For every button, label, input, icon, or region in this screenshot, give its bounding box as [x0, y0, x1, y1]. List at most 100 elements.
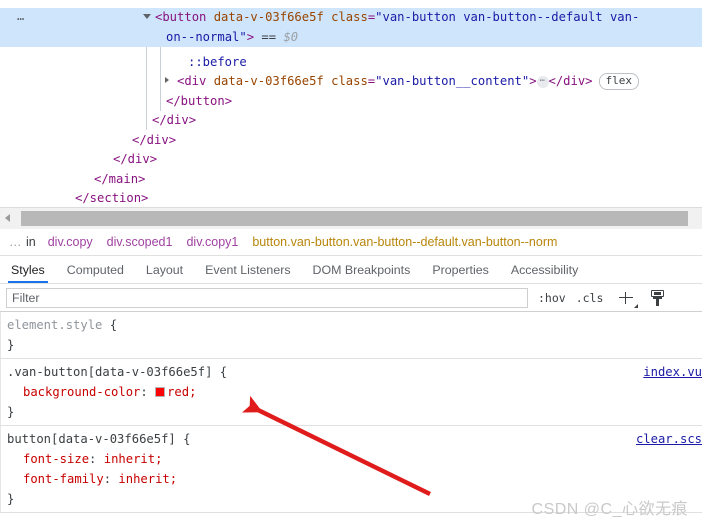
dom-token-attrval: "van-button van-button--default van-	[375, 10, 639, 24]
css-source-link[interactable]: index.vu	[643, 362, 702, 382]
breadcrumb-item-2[interactable]: div.copy	[41, 229, 100, 255]
dom-token-attrname: data-v-03f66e5f	[214, 10, 324, 24]
tab-accessibility[interactable]: Accessibility	[500, 256, 589, 283]
dom-token-punct: >	[141, 191, 148, 205]
dom-token-attrname: class	[331, 74, 368, 88]
dom-token-pseudo: ::before	[188, 55, 247, 69]
dom-node-button-open-line1[interactable]: <button data-v-03f66e5f class="van-butto…	[155, 8, 639, 28]
css-rule-element-style[interactable]: element.style {}	[0, 312, 702, 359]
hov-button[interactable]: :hov	[538, 291, 566, 305]
breadcrumb-item-5[interactable]: button.van-button.van-button--default.va…	[245, 229, 564, 255]
style-editor-toggle-button[interactable]	[649, 289, 666, 307]
css-selector[interactable]: button[data-v-03f66e5f]	[7, 432, 176, 446]
breadcrumb-item-3[interactable]: div.scoped1	[100, 229, 180, 255]
css-open-brace: {	[212, 365, 227, 379]
css-property-name[interactable]: font-size	[23, 452, 89, 466]
css-declaration[interactable]: font-size: inherit;	[0, 449, 702, 469]
css-property-name[interactable]: background-color	[23, 385, 140, 399]
paintbrush-icon-stem	[656, 297, 659, 306]
dom-node-div-close-2[interactable]: </div>	[132, 131, 176, 151]
dom-token-punct: >	[247, 30, 254, 44]
dom-token-punct: >	[150, 152, 157, 166]
css-rule-van-button-rule[interactable]: .van-button[data-v-03f66e5f] {index.vuba…	[0, 359, 702, 426]
css-source-link[interactable]: clear.scs	[636, 429, 702, 449]
paintbrush-icon-slot	[654, 292, 661, 295]
css-property-value[interactable]: inherit;	[118, 472, 177, 486]
breadcrumb-item-1[interactable]: in	[26, 229, 41, 255]
indent-guide	[160, 47, 161, 111]
tab-computed[interactable]: Computed	[56, 256, 135, 283]
dom-token-attrval: "van-button__content"	[375, 74, 529, 88]
tab-properties[interactable]: Properties	[421, 256, 499, 283]
dom-token-eqeq: ==	[261, 30, 276, 44]
dom-node-div-close-1[interactable]: </div>	[152, 111, 196, 131]
css-selector[interactable]: .van-button[data-v-03f66e5f]	[7, 365, 212, 379]
plus-icon-horizontal	[619, 297, 633, 299]
cls-button[interactable]: .cls	[576, 291, 604, 305]
dom-token-plain	[206, 74, 213, 88]
csdn-watermark: CSDN @C_心欲无痕	[532, 495, 688, 519]
css-selector-line[interactable]: element.style {	[0, 315, 702, 335]
css-close-brace: }	[0, 335, 702, 355]
tab-event-listeners[interactable]: Event Listeners	[194, 256, 301, 283]
dom-token-tag: /div	[159, 113, 188, 127]
breadcrumb[interactable]: …indiv.copydiv.scoped1div.copy1button.va…	[0, 229, 702, 256]
dom-horizontal-scrollbar[interactable]	[0, 207, 702, 229]
dom-token-attrval: on--normal"	[166, 30, 247, 44]
dom-token-tag: /div	[120, 152, 149, 166]
dom-token-punct: >	[189, 113, 196, 127]
dom-token-tag: /section	[82, 191, 141, 205]
twisty-collapsed-icon[interactable]	[165, 77, 169, 83]
css-selector-line[interactable]: button[data-v-03f66e5f] {clear.scs	[0, 429, 702, 449]
tab-dom-breakpoints[interactable]: DOM Breakpoints	[302, 256, 422, 283]
dom-gutter-ellipsis[interactable]: …	[17, 9, 25, 23]
dom-node-main-close[interactable]: </main>	[94, 170, 145, 190]
styles-sidebar-tabs[interactable]: StylesComputedLayoutEvent ListenersDOM B…	[0, 256, 702, 284]
breadcrumb-item-4[interactable]: div.copy1	[179, 229, 245, 255]
chevron-down-icon	[634, 304, 638, 308]
new-style-rule-button[interactable]	[617, 289, 635, 307]
css-colon: :	[89, 452, 104, 466]
dom-node-div-close-3[interactable]: </div>	[113, 150, 157, 170]
dom-tree-pane[interactable]: … <button data-v-03f66e5f class="van-but…	[0, 0, 702, 207]
dom-token-punct: >	[225, 94, 232, 108]
tab-styles[interactable]: Styles	[0, 256, 56, 283]
dom-token-punct: >	[529, 74, 536, 88]
dom-token-closetag: </div>	[549, 74, 593, 88]
twisty-expanded-icon[interactable]	[143, 14, 151, 19]
css-declaration[interactable]: font-family: inherit;	[0, 469, 702, 489]
color-swatch[interactable]	[155, 387, 165, 397]
css-declaration[interactable]: background-color: red;	[0, 382, 702, 402]
dom-token-tag: button	[162, 10, 206, 24]
dom-node-div-content[interactable]: <div data-v-03f66e5f class="van-button__…	[177, 72, 639, 92]
css-colon: :	[104, 472, 119, 486]
scroll-left-arrow-icon[interactable]	[0, 208, 17, 229]
plus-icon-vertical	[625, 292, 627, 304]
css-selector[interactable]: element.style	[7, 318, 102, 332]
dom-token-plain	[206, 10, 213, 24]
css-property-value[interactable]: red;	[167, 385, 196, 399]
dom-node-button-close[interactable]: </button>	[166, 92, 232, 112]
dom-node-pseudo-before[interactable]: ::before	[188, 53, 247, 73]
flex-badge[interactable]: flex	[599, 73, 640, 90]
css-property-name[interactable]: font-family	[23, 472, 104, 486]
dom-token-plain	[324, 74, 331, 88]
css-selector-line[interactable]: .van-button[data-v-03f66e5f] { index.vu	[0, 362, 702, 382]
dom-token-attrname: class	[331, 10, 368, 24]
dom-token-tag: /div	[139, 133, 168, 147]
styles-rules-pane[interactable]: element.style {} .van-button[data-v-03f66…	[0, 312, 702, 525]
dom-node-button-open-line2[interactable]: on--normal"> == $0	[166, 28, 298, 48]
dom-token-dollar: $0	[283, 30, 298, 44]
dom-token-punct: >	[169, 133, 176, 147]
css-property-value[interactable]: inherit;	[104, 452, 163, 466]
scrollbar-thumb[interactable]	[21, 211, 688, 226]
collapsed-children-pill[interactable]: ⋯	[537, 76, 549, 88]
styles-filter-bar[interactable]: :hov .cls	[0, 284, 702, 312]
css-close-brace: }	[0, 402, 702, 422]
dom-node-section-close[interactable]: </section>	[75, 189, 148, 207]
css-open-brace: {	[102, 318, 117, 332]
tab-layout[interactable]: Layout	[135, 256, 194, 283]
filter-input[interactable]	[6, 288, 528, 308]
indent-guide	[146, 47, 147, 130]
css-colon: :	[140, 385, 155, 399]
